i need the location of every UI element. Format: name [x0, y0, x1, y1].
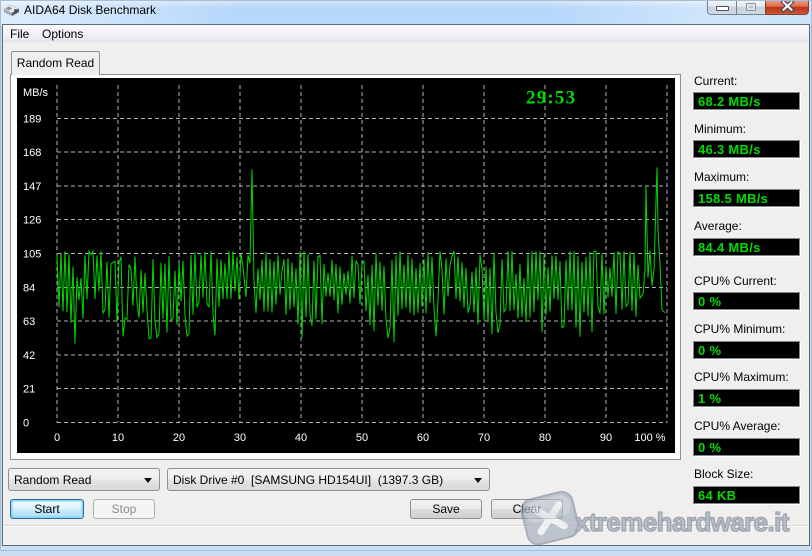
svg-text:90: 90 [600, 432, 612, 444]
svg-text:30: 30 [234, 432, 246, 444]
svg-text:40: 40 [295, 432, 307, 444]
svg-text:20: 20 [173, 432, 185, 444]
svg-text:0: 0 [23, 418, 29, 430]
svg-text:29:53: 29:53 [526, 88, 576, 109]
svg-text:189: 189 [23, 113, 41, 125]
svg-text:84: 84 [23, 282, 35, 294]
svg-text:105: 105 [23, 249, 41, 261]
svg-text:MB/s: MB/s [23, 87, 49, 99]
svg-text:xtremehardware.it: xtremehardware.it [575, 507, 790, 537]
svg-text:70: 70 [478, 432, 490, 444]
svg-text:168: 168 [23, 147, 41, 159]
svg-text:0: 0 [54, 432, 60, 444]
svg-text:100 %: 100 % [634, 432, 665, 444]
svg-text:80: 80 [539, 432, 551, 444]
svg-text:21: 21 [23, 384, 35, 396]
svg-text:126: 126 [23, 215, 41, 227]
svg-text:60: 60 [417, 432, 429, 444]
svg-text:10: 10 [112, 432, 124, 444]
svg-text:147: 147 [23, 181, 41, 193]
svg-text:50: 50 [356, 432, 368, 444]
svg-text:63: 63 [23, 316, 35, 328]
svg-text:42: 42 [23, 350, 35, 362]
